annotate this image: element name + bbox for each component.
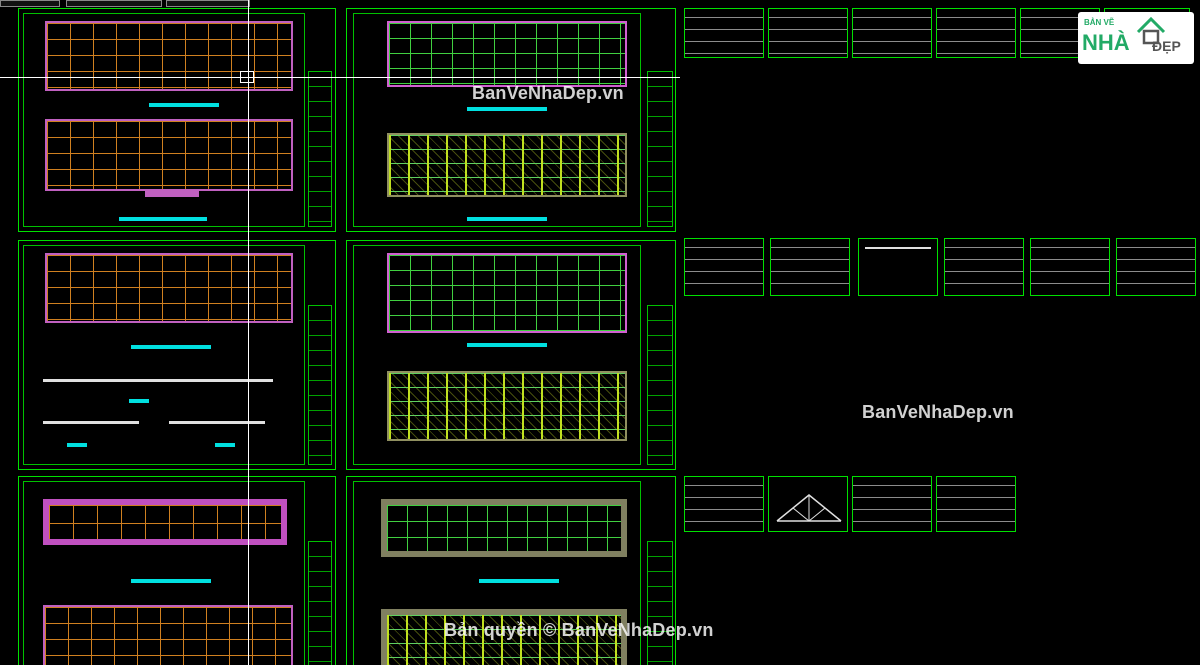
detail-sheet[interactable] — [944, 238, 1024, 296]
detail-sheet-truss[interactable] — [768, 476, 848, 532]
cursor-crosshair-horizontal — [0, 77, 680, 78]
drawing-sheet-beam-plan-1[interactable] — [346, 8, 676, 232]
detail-sheet[interactable] — [1030, 238, 1110, 296]
title-block — [647, 71, 673, 227]
detail-sheet[interactable] — [770, 238, 850, 296]
plan-title-bar — [467, 107, 547, 111]
toolbar-fragment[interactable] — [66, 0, 162, 7]
cad-model-space[interactable]: BanVeNhaDep.vn BanVeNhaDep.vn Bản quyền … — [0, 0, 1200, 665]
plan-title-bar — [467, 343, 547, 347]
logo-small-text: BẢN VẼ — [1084, 18, 1115, 27]
detail-sheet[interactable] — [1116, 238, 1196, 296]
logo-main-text: NHÀ — [1082, 30, 1130, 55]
section-label-bar — [67, 443, 87, 447]
watermark-middle: BanVeNhaDep.vn — [862, 402, 1014, 422]
detail-sheet[interactable] — [768, 8, 848, 58]
rebar-plan-grid — [387, 371, 627, 441]
floor-plan-grid — [45, 21, 293, 91]
rebar-plan-grid — [387, 133, 627, 197]
drawing-sheet-roof-plan-1[interactable] — [18, 476, 336, 665]
cursor-crosshair-vertical — [248, 0, 249, 665]
detail-sheet[interactable] — [852, 476, 932, 532]
hatch-band — [145, 191, 199, 197]
site-logo[interactable]: BẢN VẼ NHÀ ĐẸP — [1078, 12, 1194, 64]
section-label-bar — [129, 399, 149, 403]
title-block — [308, 305, 332, 465]
title-block — [647, 305, 673, 465]
cursor-pickbox — [240, 71, 254, 83]
toolbar-fragment[interactable] — [0, 0, 60, 7]
toolbar-fragment[interactable] — [166, 0, 250, 7]
detail-sheet[interactable] — [936, 476, 1016, 532]
plan-title-bar — [131, 579, 211, 583]
drawing-sheet-foundation-plan-2[interactable] — [18, 240, 336, 470]
beam-section — [169, 421, 265, 424]
title-block — [647, 541, 673, 665]
beam-section — [43, 421, 139, 424]
truss-drawing — [776, 494, 842, 522]
beam-section — [43, 379, 273, 382]
detail-sheet[interactable] — [852, 8, 932, 58]
logo-tail-text: ĐẸP — [1152, 38, 1181, 54]
section-label-bar — [215, 443, 235, 447]
drawing-sheet-foundation-plan-1[interactable] — [18, 8, 336, 232]
beam-plan-grid — [387, 253, 627, 333]
floor-plan-grid — [43, 605, 293, 665]
floor-plan-grid — [45, 253, 293, 323]
beam-section — [865, 247, 931, 249]
floor-plan-grid — [45, 119, 293, 191]
detail-sheet[interactable] — [684, 238, 764, 296]
plan-title-bar — [119, 217, 207, 221]
drawing-sheet-beam-plan-2[interactable] — [346, 240, 676, 470]
plan-title-bar — [479, 579, 559, 583]
slab-plan — [381, 499, 627, 557]
detail-sheet[interactable] — [936, 8, 1016, 58]
plan-title-bar — [467, 217, 547, 221]
watermark-top: BanVeNhaDep.vn — [472, 83, 624, 103]
title-block — [308, 541, 332, 665]
title-block — [308, 71, 332, 227]
slab-plan — [43, 499, 287, 545]
plan-title-bar — [131, 345, 211, 349]
plan-title-bar — [149, 103, 219, 107]
watermark-bottom: Bản quyền © BanVeNhaDep.vn — [444, 620, 714, 640]
detail-sheet[interactable] — [684, 476, 764, 532]
detail-sheet[interactable] — [858, 238, 938, 296]
detail-sheet[interactable] — [684, 8, 764, 58]
